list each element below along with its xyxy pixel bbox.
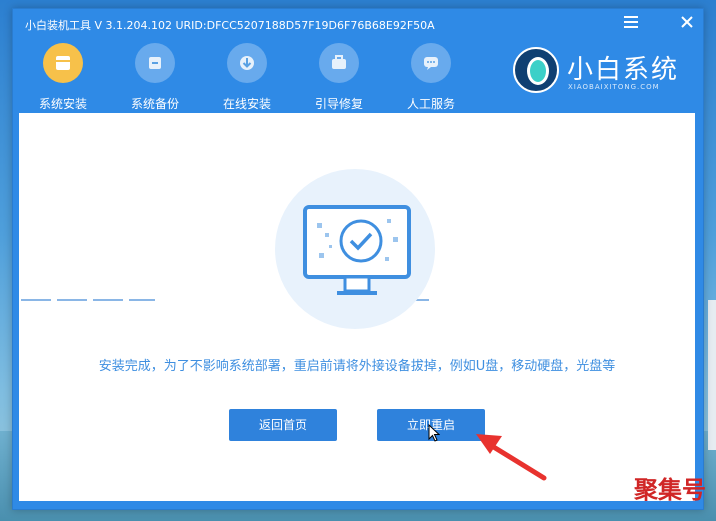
backup-icon: [135, 43, 175, 83]
mouse-cursor-icon: [428, 424, 440, 442]
nav-item-online-install[interactable]: 在线安装: [207, 43, 287, 112]
nav-label: 系统备份: [130, 97, 179, 111]
menu-icon[interactable]: [619, 12, 643, 36]
download-icon: [227, 43, 267, 83]
watermark-logo: 聚集号: [633, 473, 714, 504]
background-sail: [708, 300, 716, 450]
nav-label: 人工服务: [406, 97, 455, 111]
title-bar: 小白装机工具 V 3.1.204.102 URID:DFCC5207188D57…: [13, 9, 703, 39]
nav-label: 引导修复: [314, 97, 363, 111]
logo-icon: [513, 47, 559, 93]
completion-message: 安装完成，为了不影响系统部署，重启前请将外接设备拔掉，例如U盘，移动硬盘，光盘等: [98, 359, 616, 374]
nav-label: 在线安装: [222, 97, 271, 111]
divider-dash: [21, 299, 155, 301]
monitor-check-icon: [303, 205, 411, 295]
nav-item-system-install[interactable]: 系统安装: [23, 43, 103, 112]
content-panel: 安装完成，为了不影响系统部署，重启前请将外接设备拔掉，例如U盘，移动硬盘，光盘等…: [19, 113, 695, 501]
nav-item-system-backup[interactable]: 系统备份: [115, 43, 195, 112]
chat-icon: [411, 43, 451, 83]
brand-logo: 小白系统 XIAOBAIXITONG.COM: [511, 43, 691, 103]
nav-item-manual-service[interactable]: 人工服务: [391, 43, 471, 112]
nav-label: 系统安装: [38, 97, 87, 111]
annotation-arrow-icon: [476, 434, 547, 481]
logo-subtitle: XIAOBAIXITONG.COM: [568, 83, 660, 91]
logo-title: 小白系统: [567, 55, 680, 85]
watermark-text-icon: 聚集号: [633, 476, 706, 504]
close-icon[interactable]: [675, 12, 699, 36]
repair-icon: [319, 43, 359, 83]
install-icon: [43, 43, 83, 83]
install-complete-illustration: [269, 167, 437, 337]
window-title: 小白装机工具 V 3.1.204.102 URID:DFCC5207188D57…: [25, 19, 435, 32]
svg-text:聚集号: 聚集号: [634, 476, 706, 503]
app-window: 小白装机工具 V 3.1.204.102 URID:DFCC5207188D57…: [12, 8, 704, 510]
home-button[interactable]: 返回首页: [229, 409, 337, 441]
nav-item-boot-repair[interactable]: 引导修复: [299, 43, 379, 112]
